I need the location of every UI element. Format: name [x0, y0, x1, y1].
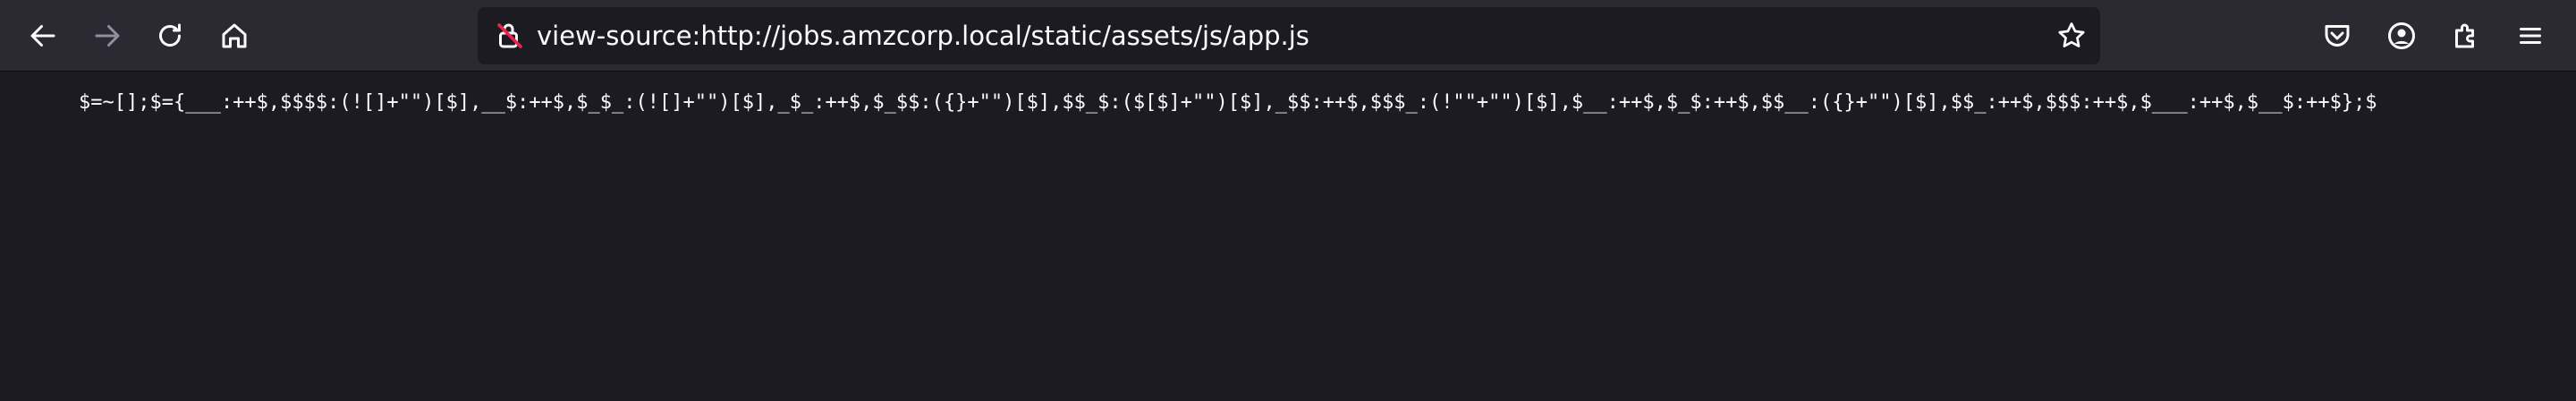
reload-icon [154, 20, 186, 52]
account-button[interactable] [2377, 11, 2427, 61]
source-code-line: $=~[];$={___:++$,$$$$:(![]+"")[$],__$:++… [79, 91, 2377, 114]
pocket-button[interactable] [2312, 11, 2362, 61]
forward-arrow-icon [91, 20, 123, 52]
home-button[interactable] [209, 11, 259, 61]
account-icon [2385, 20, 2418, 52]
pocket-icon [2321, 20, 2353, 52]
hamburger-menu-icon [2514, 20, 2546, 52]
forward-button[interactable] [82, 11, 132, 61]
insecure-lock-icon[interactable] [494, 20, 526, 52]
url-bar[interactable]: view-source:http://jobs.amzcorp.local/st… [478, 7, 2100, 64]
extensions-icon [2450, 20, 2482, 52]
extensions-button[interactable] [2441, 11, 2491, 61]
back-button[interactable] [18, 11, 68, 61]
back-arrow-icon [27, 20, 59, 52]
browser-toolbar: view-source:http://jobs.amzcorp.local/st… [0, 0, 2576, 72]
url-text[interactable]: view-source:http://jobs.amzcorp.local/st… [537, 7, 1309, 64]
app-menu-button[interactable] [2505, 11, 2555, 61]
star-icon[interactable] [2055, 20, 2088, 52]
home-icon [218, 20, 250, 52]
reload-button[interactable] [145, 11, 195, 61]
view-source-content: $=~[];$={___:++$,$$$$:(![]+"")[$],__$:++… [0, 73, 2576, 401]
